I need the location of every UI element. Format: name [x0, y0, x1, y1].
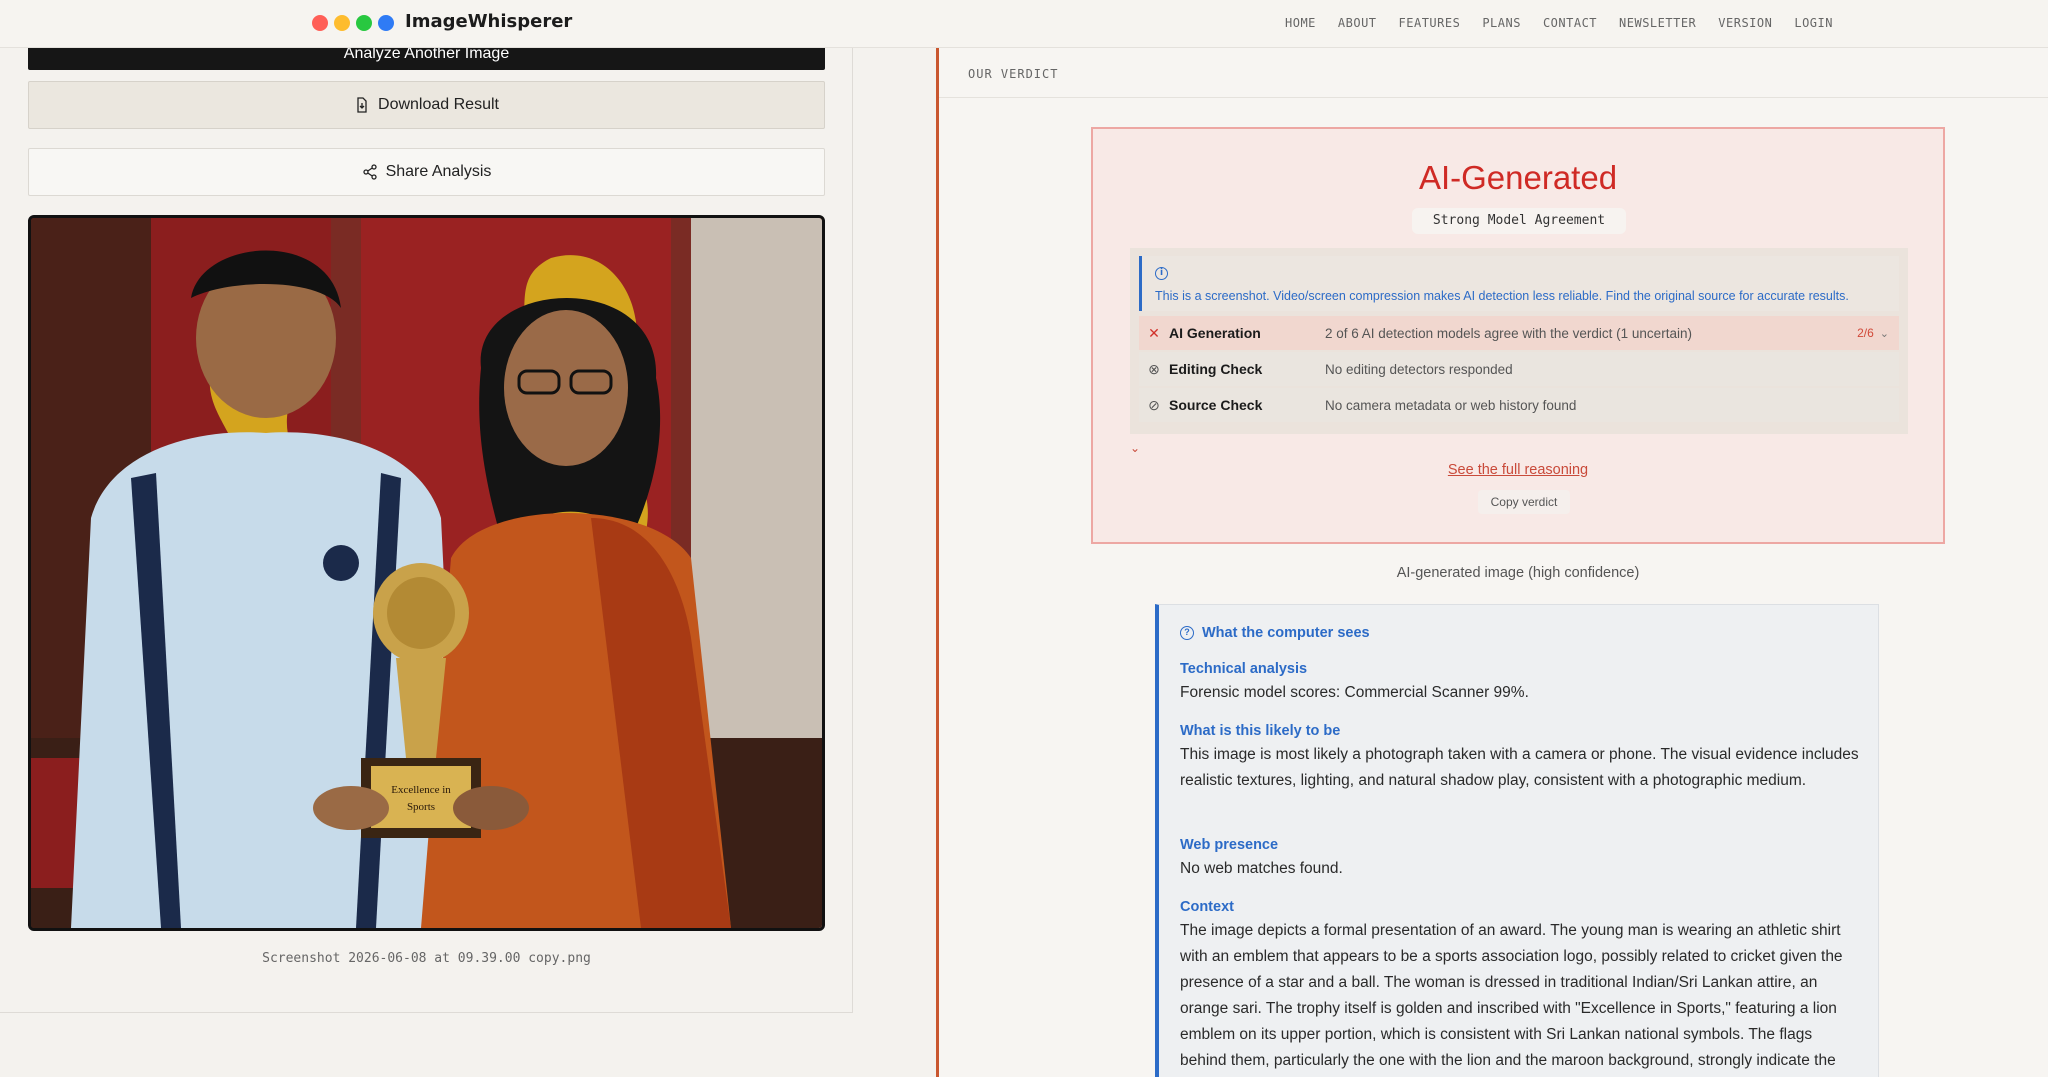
file-download-icon: [357, 97, 367, 113]
brand-title[interactable]: ImageWhisperer: [405, 11, 572, 32]
verdict-title: AI-Generated: [1418, 159, 1618, 196]
section-title-context: Context: [1180, 899, 1234, 915]
extra-dot[interactable]: [378, 15, 394, 31]
screenshot-notice: i This is a screenshot. Video/screen com…: [1139, 256, 1899, 311]
top-bar: ImageWhisperer HOME ABOUT FEATURES PLANS…: [0, 0, 2048, 48]
verdict-card: AI-Generated Strong Model Agreement i Th…: [1091, 127, 1945, 544]
award-photo-illustration: Excellence in Sports: [31, 218, 822, 928]
info-icon: i: [1155, 267, 1168, 280]
nav-version[interactable]: VERSION: [1718, 16, 1772, 30]
check-label: Editing Check: [1169, 361, 1263, 377]
upload-panel: Analyze Another Image Download Result Sh…: [0, 38, 853, 1013]
check-row-editing[interactable]: ⊗ Editing Check No editing detectors res…: [1139, 352, 1899, 386]
chevron-down-icon[interactable]: ⌄: [1880, 327, 1889, 340]
check-detail: No editing detectors responded: [1325, 361, 1513, 377]
check-detail: No camera metadata or web history found: [1325, 397, 1577, 413]
section-title-technical: Technical analysis: [1180, 661, 1308, 677]
explanation-panel: ? What the computer sees Technical analy…: [1155, 604, 1879, 1077]
download-result-button[interactable]: Download Result: [28, 81, 825, 129]
x-icon: ✕: [1148, 324, 1160, 341]
nav-features[interactable]: FEATURES: [1399, 16, 1461, 30]
analyzed-image: Excellence in Sports: [28, 215, 825, 931]
nav-newsletter[interactable]: NEWSLETTER: [1619, 16, 1696, 30]
verdict-section-label: OUR VERDICT: [968, 67, 1059, 81]
nav-contact[interactable]: CONTACT: [1543, 16, 1597, 30]
check-label: Source Check: [1169, 397, 1263, 413]
copy-verdict-button[interactable]: Copy verdict: [1478, 490, 1570, 514]
share-analysis-button[interactable]: Share Analysis: [28, 148, 825, 196]
maximize-dot[interactable]: [356, 15, 372, 31]
pane-divider[interactable]: [936, 48, 939, 1077]
nav-login[interactable]: LOGIN: [1794, 16, 1833, 30]
verdict-header: [939, 48, 2048, 98]
section-body-likely: This image is most likely a photograph t…: [1180, 746, 1859, 789]
minimize-dot[interactable]: [334, 15, 350, 31]
section-title-web: Web presence: [1180, 837, 1279, 853]
check-row-ai-generation[interactable]: ✕ AI Generation 2 of 6 AI detection mode…: [1139, 316, 1899, 350]
circle-x-icon: ⊗: [1148, 360, 1160, 377]
nav-plans[interactable]: PLANS: [1482, 16, 1521, 30]
checks-panel: i This is a screenshot. Video/screen com…: [1130, 248, 1908, 434]
window-controls: [312, 15, 394, 31]
share-analysis-label: Share Analysis: [385, 163, 492, 180]
notice-text: This is a screenshot. Video/screen compr…: [1155, 289, 1849, 303]
main-nav: HOME ABOUT FEATURES PLANS CONTACT NEWSLE…: [1285, 16, 1833, 30]
check-row-source[interactable]: ⊘ Source Check No camera metadata or web…: [1139, 388, 1899, 422]
section-body-web: No web matches found.: [1180, 860, 1343, 877]
share-icon: [362, 164, 377, 180]
section-body-context: The image depicts a formal presentation …: [1180, 922, 1843, 1069]
download-result-label: Download Result: [378, 96, 499, 113]
explanation-header: ? What the computer sees: [1180, 625, 1370, 641]
confidence-caption: AI-generated image (high confidence): [1396, 565, 1640, 581]
image-filename: Screenshot 2026-06-08 at 09.39.00 copy.p…: [262, 951, 591, 966]
explanation-heading: What the computer sees: [1202, 625, 1370, 641]
agreement-badge: Strong Model Agreement: [1412, 208, 1626, 234]
check-score: 2/6: [1857, 326, 1874, 340]
expand-chevron-icon[interactable]: ⌄: [1130, 441, 1140, 455]
trophy-text-1: Excellence in: [391, 784, 451, 796]
section-title-likely: What is this likely to be: [1180, 723, 1341, 739]
help-circle-icon: ?: [1180, 626, 1194, 640]
full-reasoning-link[interactable]: See the full reasoning: [1093, 462, 1943, 478]
check-detail: 2 of 6 AI detection models agree with th…: [1325, 325, 1692, 341]
section-body-technical: Forensic model scores: Commercial Scanne…: [1180, 684, 1529, 701]
nav-home[interactable]: HOME: [1285, 16, 1316, 30]
nav-about[interactable]: ABOUT: [1338, 16, 1377, 30]
close-dot[interactable]: [312, 15, 328, 31]
ban-icon: ⊘: [1148, 396, 1160, 413]
trophy-text-2: Sports: [407, 801, 435, 813]
check-label: AI Generation: [1169, 325, 1261, 341]
